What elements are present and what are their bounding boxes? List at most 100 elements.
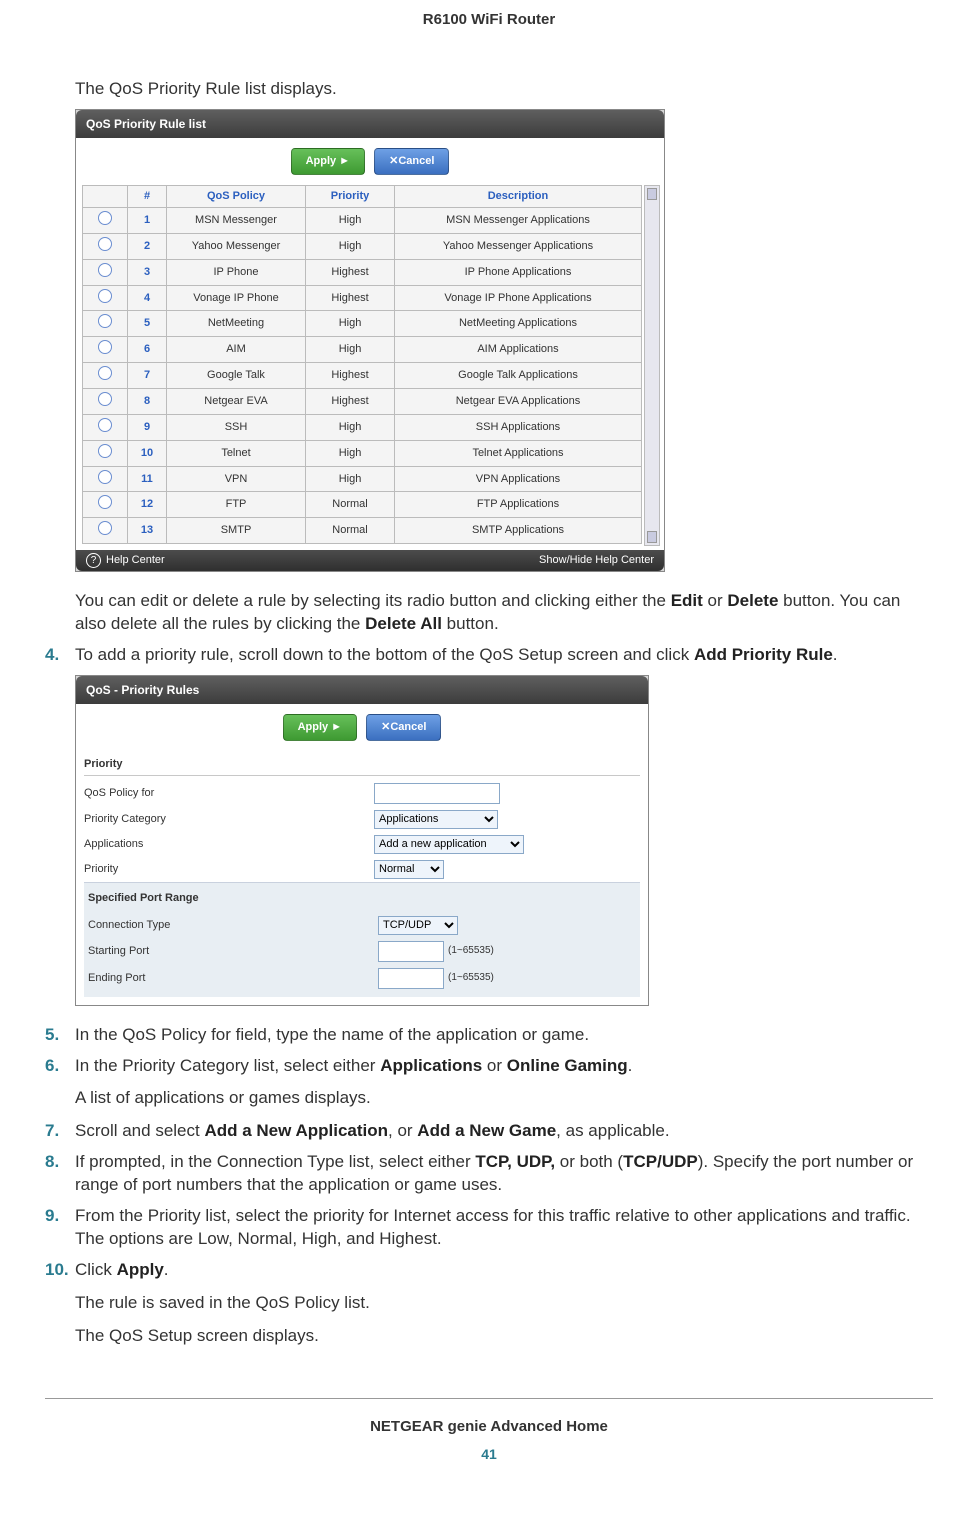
show-hide-help-link[interactable]: Show/Hide Help Center: [539, 553, 654, 568]
step-6: 6.In the Priority Category list, select …: [45, 1055, 933, 1078]
row-priority: High: [306, 440, 395, 466]
row-priority: Normal: [306, 518, 395, 544]
col-description: Description: [395, 186, 642, 208]
row-policy: IP Phone: [167, 259, 306, 285]
panel-title: QoS Priority Rule list: [76, 110, 664, 138]
step-10-after-2: The QoS Setup screen displays.: [75, 1325, 933, 1348]
label-priority-category: Priority Category: [84, 812, 374, 827]
row-priority: High: [306, 337, 395, 363]
row-policy: Google Talk: [167, 363, 306, 389]
row-description: Telnet Applications: [395, 440, 642, 466]
row-radio[interactable]: [98, 340, 112, 354]
row-priority: Normal: [306, 492, 395, 518]
row-priority: Highest: [306, 259, 395, 285]
help-center-link[interactable]: ?Help Center: [86, 553, 165, 568]
row-number: 13: [128, 518, 167, 544]
row-radio[interactable]: [98, 444, 112, 458]
row-number: 7: [128, 363, 167, 389]
row-description: Netgear EVA Applications: [395, 388, 642, 414]
screenshot-qos-priority-rules-form: QoS - Priority Rules Apply ► ✕Cancel Pri…: [75, 675, 649, 1006]
panel-title-2: QoS - Priority Rules: [76, 676, 648, 704]
select-priority[interactable]: Normal: [374, 860, 444, 879]
row-number: 4: [128, 285, 167, 311]
row-radio[interactable]: [98, 263, 112, 277]
row-policy: Netgear EVA: [167, 388, 306, 414]
row-radio[interactable]: [98, 314, 112, 328]
col-priority: Priority: [306, 186, 395, 208]
label-applications: Applications: [84, 837, 374, 852]
label-starting-port: Starting Port: [88, 944, 378, 959]
row-radio[interactable]: [98, 289, 112, 303]
row-radio[interactable]: [98, 470, 112, 484]
table-row: 1MSN MessengerHighMSN Messenger Applicat…: [83, 208, 642, 234]
input-starting-port[interactable]: [378, 941, 444, 962]
select-priority-category[interactable]: Applications: [374, 810, 498, 829]
step-9: 9.From the Priority list, select the pri…: [45, 1205, 933, 1251]
row-description: NetMeeting Applications: [395, 311, 642, 337]
row-description: IP Phone Applications: [395, 259, 642, 285]
hint-port-range-2: (1~65535): [448, 971, 494, 985]
table-row: 11VPNHighVPN Applications: [83, 466, 642, 492]
apply-button-2[interactable]: Apply ►: [283, 714, 358, 741]
scrollbar[interactable]: [644, 185, 660, 546]
row-radio[interactable]: [98, 418, 112, 432]
step-5: 5.In the QoS Policy for field, type the …: [45, 1024, 933, 1047]
qos-rules-table: # QoS Policy Priority Description 1MSN M…: [82, 185, 642, 544]
row-number: 3: [128, 259, 167, 285]
page-header: R6100 WiFi Router: [45, 10, 933, 78]
table-row: 10TelnetHighTelnet Applications: [83, 440, 642, 466]
row-priority: High: [306, 233, 395, 259]
table-row: 7Google TalkHighestGoogle Talk Applicati…: [83, 363, 642, 389]
cancel-button-2[interactable]: ✕Cancel: [366, 714, 441, 741]
table-row: 12FTPNormalFTP Applications: [83, 492, 642, 518]
row-description: Google Talk Applications: [395, 363, 642, 389]
row-number: 1: [128, 208, 167, 234]
row-radio[interactable]: [98, 392, 112, 406]
footer-page-number: 41: [45, 1445, 933, 1464]
row-number: 6: [128, 337, 167, 363]
section-priority: Priority: [84, 751, 640, 776]
step-10: 10.Click Apply.: [45, 1259, 933, 1282]
apply-button[interactable]: Apply ►: [291, 148, 366, 175]
page-footer: NETGEAR genie Advanced Home 41: [45, 1398, 933, 1464]
input-qos-policy-for[interactable]: [374, 783, 500, 804]
row-priority: High: [306, 208, 395, 234]
label-priority: Priority: [84, 862, 374, 877]
input-ending-port[interactable]: [378, 968, 444, 989]
row-number: 11: [128, 466, 167, 492]
row-number: 12: [128, 492, 167, 518]
row-description: MSN Messenger Applications: [395, 208, 642, 234]
step-10-after-1: The rule is saved in the QoS Policy list…: [75, 1292, 933, 1315]
select-connection-type[interactable]: TCP/UDP: [378, 916, 458, 935]
row-policy: SSH: [167, 414, 306, 440]
col-number: #: [128, 186, 167, 208]
table-row: 5NetMeetingHighNetMeeting Applications: [83, 311, 642, 337]
intro-text: The QoS Priority Rule list displays.: [75, 78, 933, 101]
row-radio[interactable]: [98, 521, 112, 535]
row-number: 5: [128, 311, 167, 337]
table-row: 8Netgear EVAHighestNetgear EVA Applicati…: [83, 388, 642, 414]
row-radio[interactable]: [98, 366, 112, 380]
row-priority: High: [306, 466, 395, 492]
row-radio[interactable]: [98, 495, 112, 509]
step-7: 7.Scroll and select Add a New Applicatio…: [45, 1120, 933, 1143]
row-description: SMTP Applications: [395, 518, 642, 544]
row-priority: High: [306, 311, 395, 337]
table-row: 13SMTPNormalSMTP Applications: [83, 518, 642, 544]
row-priority: Highest: [306, 363, 395, 389]
row-description: VPN Applications: [395, 466, 642, 492]
table-row: 9SSHHighSSH Applications: [83, 414, 642, 440]
table-row: 6AIMHighAIM Applications: [83, 337, 642, 363]
select-applications[interactable]: Add a new application: [374, 835, 524, 854]
row-policy: VPN: [167, 466, 306, 492]
row-number: 2: [128, 233, 167, 259]
after-list-text: You can edit or delete a rule by selecti…: [75, 590, 933, 636]
row-description: AIM Applications: [395, 337, 642, 363]
row-description: Yahoo Messenger Applications: [395, 233, 642, 259]
row-number: 9: [128, 414, 167, 440]
row-radio[interactable]: [98, 237, 112, 251]
label-connection-type: Connection Type: [88, 918, 378, 933]
row-radio[interactable]: [98, 211, 112, 225]
label-qos-policy-for: QoS Policy for: [84, 786, 374, 801]
cancel-button[interactable]: ✕Cancel: [374, 148, 449, 175]
